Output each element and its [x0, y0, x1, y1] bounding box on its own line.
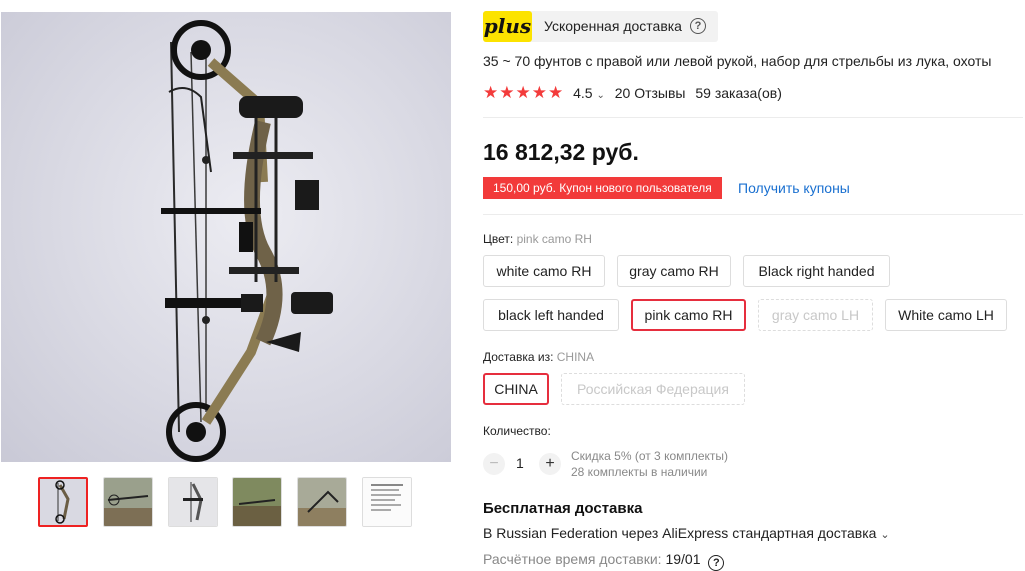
ship-from-selected-value: CHINA	[556, 350, 595, 364]
thumbnail-image	[233, 478, 281, 526]
shipping-title: Бесплатная доставка	[483, 500, 643, 517]
thumbnail-image	[363, 478, 411, 526]
help-icon[interactable]: ?	[708, 555, 725, 571]
reviews-link[interactable]: 20 Отзывы	[615, 85, 686, 101]
chevron-down-icon[interactable]: ⌄	[596, 90, 604, 101]
plus-delivery-banner[interactable]: plus Ускоренная доставка ?	[483, 11, 718, 42]
stock-note: 28 комплекты в наличии	[571, 465, 708, 479]
delivery-eta-date: 19/01	[665, 551, 701, 567]
color-option-black-left-handed[interactable]: black left handed	[483, 299, 619, 331]
color-option-pink-camo-rh[interactable]: pink camo RH	[631, 299, 746, 331]
new-user-coupon-badge: 150,00 руб. Купон нового пользователя	[483, 177, 722, 199]
ship-from-label-text: Доставка из:	[483, 350, 554, 364]
thumbnail-1[interactable]	[38, 477, 88, 527]
thumbnail-5[interactable]	[297, 477, 347, 527]
orders-count: 59 заказа(ов)	[695, 85, 782, 101]
thumbnail-2[interactable]	[103, 477, 153, 527]
thumbnail-3[interactable]	[168, 477, 218, 527]
quantity-decrease-button[interactable]: −	[483, 453, 505, 475]
color-selected-value: pink camo RH	[516, 232, 592, 246]
get-coupons-link[interactable]: Получить купоны	[738, 180, 850, 196]
quantity-increase-button[interactable]: +	[539, 453, 561, 475]
thumbnail-6[interactable]	[362, 477, 412, 527]
shipping-method[interactable]: В Russian Federation через AliExpress ст…	[483, 525, 890, 541]
delivery-eta-label: Расчётное время доставки:	[483, 551, 662, 567]
rating-value[interactable]: 4.5	[573, 85, 592, 101]
thumbnail-image	[298, 478, 346, 526]
color-option-gray-camo-lh: gray camo LH	[758, 299, 873, 331]
divider	[483, 214, 1023, 215]
color-option-black-right-handed[interactable]: Black right handed	[743, 255, 890, 287]
compound-bow-illustration	[161, 20, 333, 462]
ship-from-option-china[interactable]: CHINA	[483, 373, 549, 405]
thumbnail-image	[169, 478, 217, 526]
ship-from-option-russia: Российская Федерация	[561, 373, 745, 405]
plus-delivery-text: Ускоренная доставка	[544, 18, 682, 34]
quantity-label: Количество:	[483, 424, 551, 438]
product-price: 16 812,32 руб.	[483, 139, 639, 165]
thumbnail-4[interactable]	[232, 477, 282, 527]
chevron-down-icon[interactable]: ⌄	[880, 529, 889, 541]
ship-from-label: Доставка из: CHINA	[483, 350, 594, 364]
color-label-text: Цвет:	[483, 232, 514, 246]
bulk-discount-note: Скидка 5% (от 3 комплекты)	[571, 449, 729, 463]
color-option-white-camo-lh[interactable]: White camo LH	[885, 299, 1007, 331]
quantity-value[interactable]: 1	[516, 455, 524, 471]
rating-stars: ★★★★★	[483, 83, 565, 102]
main-product-image[interactable]	[1, 12, 451, 462]
rating-row: ★★★★★ 4.5 ⌄ 20 Отзывы 59 заказа(ов)	[483, 83, 782, 103]
product-title: 35 ~ 70 фунтов с правой или левой рукой,…	[483, 53, 992, 69]
color-label: Цвет: pink camo RH	[483, 232, 592, 246]
thumbnail-image	[40, 479, 86, 525]
thumbnail-image	[104, 478, 152, 526]
plus-logo: plus	[483, 11, 532, 42]
delivery-eta: Расчётное время доставки: 19/01 ?	[483, 551, 725, 571]
color-option-gray-camo-rh[interactable]: gray camo RH	[617, 255, 731, 287]
color-option-white-camo-rh[interactable]: white camo RH	[483, 255, 605, 287]
shipping-method-text: В Russian Federation через AliExpress ст…	[483, 525, 877, 541]
help-icon[interactable]: ?	[690, 18, 706, 34]
divider	[483, 117, 1023, 118]
